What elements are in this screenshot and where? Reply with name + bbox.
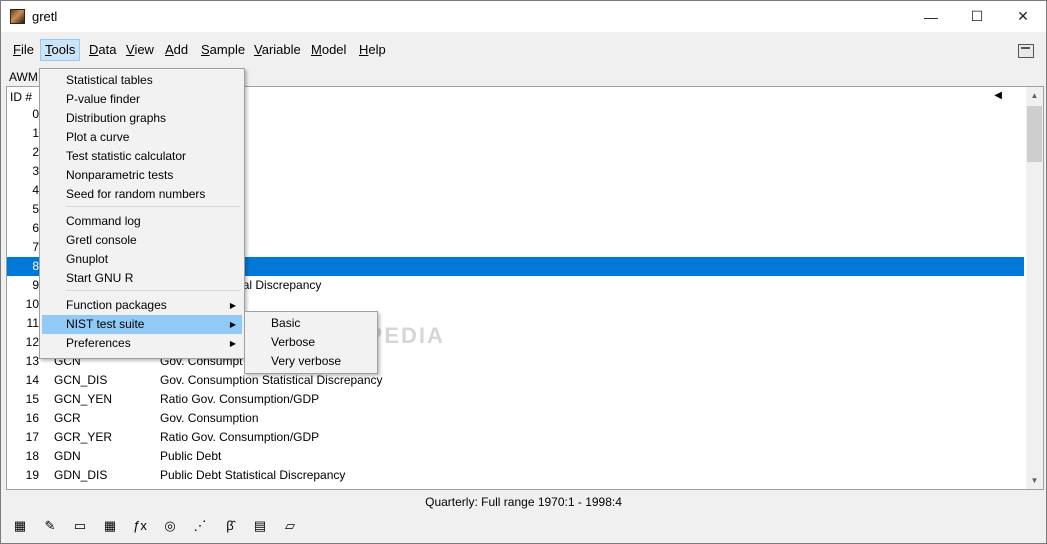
menu-item-gretl-console[interactable]: Gretl console — [42, 231, 242, 250]
menu-help[interactable]: Help — [355, 40, 390, 60]
minimize-button[interactable]: — — [908, 1, 954, 32]
menu-variable[interactable]: Variable — [250, 40, 305, 60]
help-icon[interactable]: ◎ — [161, 517, 179, 535]
row-varname: GCN_YEN — [54, 392, 113, 406]
row-id: 2 — [32, 145, 39, 159]
row-id: 12 — [25, 335, 39, 349]
row-id: 3 — [32, 164, 39, 178]
scroll-down-arrow-icon[interactable]: ▼ — [1026, 472, 1043, 489]
row-id: 16 — [25, 411, 39, 425]
menu-separator — [66, 290, 240, 291]
table-row[interactable]: 19 GDN_DIS Public Debt Statistical Discrep… — [7, 466, 1024, 485]
menu-item-preferences[interactable]: Preferences ▶ — [42, 334, 242, 353]
menu-item-test-statistic-calculator[interactable]: Test statistic calculator — [42, 147, 242, 166]
menu-item-seed-for-random-numbers[interactable]: Seed for random numbers — [42, 185, 242, 204]
table-row[interactable]: 14 GCN_DIS Gov. Consumption Statistical Di… — [7, 371, 1024, 390]
tools-dropdown-menu: Statistical tables P-value finder Distribu… — [39, 68, 245, 359]
row-id: 5 — [32, 202, 39, 216]
menu-tools[interactable]: Tools — [40, 39, 81, 61]
menu-file[interactable]: File — [9, 40, 38, 60]
menu-bar: File Tools Data View Add Sample Variable Model H… — [1, 32, 1046, 69]
nist-very-verbose[interactable]: Very verbose — [247, 352, 375, 371]
submenu-arrow-icon: ▶ — [229, 339, 236, 348]
gretl-app-icon — [10, 9, 25, 24]
row-id: 15 — [25, 392, 39, 406]
menu-add[interactable]: Add — [161, 40, 192, 60]
menu-item-start-gnu-r[interactable]: Start GNU R — [42, 269, 242, 288]
table-row[interactable]: 15 GCN_YEN Ratio Gov. Consumption/GDP — [7, 390, 1024, 409]
scroll-up-arrow-icon[interactable]: ▲ — [1026, 87, 1043, 104]
menu-item-distribution-graphs[interactable]: Distribution graphs — [42, 109, 242, 128]
row-id: 7 — [32, 240, 39, 254]
id-column-header[interactable]: ID # — [10, 90, 32, 104]
table-row[interactable]: 16 GCR Gov. Consumption — [7, 409, 1024, 428]
datafile-label: AWM — [9, 70, 38, 84]
menu-separator — [66, 206, 240, 207]
submenu-arrow-icon: ▶ — [229, 320, 236, 329]
beta-icon[interactable]: β̂ — [221, 517, 239, 535]
nist-basic[interactable]: Basic — [247, 314, 375, 333]
session-icon[interactable]: ▦ — [101, 517, 119, 535]
close-button[interactable]: ✕ — [1000, 1, 1046, 32]
row-description: Gov. Consumption — [160, 411, 259, 425]
row-varname: GCR_YER — [54, 430, 113, 444]
menu-item-nist-test-suite[interactable]: NIST test suite ▶ — [42, 315, 242, 334]
folder-icon[interactable]: ▱ — [281, 517, 299, 535]
row-id: 8 — [32, 259, 39, 273]
row-id: 4 — [32, 183, 39, 197]
row-id: 6 — [32, 221, 39, 235]
menu-model[interactable]: Model — [307, 40, 350, 60]
menu-data[interactable]: Data — [85, 40, 120, 60]
terminal-icon[interactable]: ▭ — [71, 517, 89, 535]
row-varname: GCR — [54, 411, 81, 425]
database-icon[interactable]: ▤ — [251, 517, 269, 535]
scroll-left-arrow-icon[interactable]: ◀ — [994, 90, 1002, 101]
row-description: Ratio Gov. Consumption/GDP — [160, 430, 320, 444]
row-id: 11 — [26, 316, 39, 330]
row-id: 17 — [25, 430, 39, 444]
table-row[interactable]: 18 GDN Public Debt — [7, 447, 1024, 466]
row-varname: GCN_DIS — [54, 373, 108, 387]
row-id: 10 — [25, 297, 39, 311]
menu-item-gnuplot[interactable]: Gnuplot — [42, 250, 242, 269]
calculator-icon[interactable]: ▦ — [11, 517, 29, 535]
row-id: 18 — [25, 449, 39, 463]
row-id: 13 — [25, 354, 39, 368]
maximize-button[interactable]: ☐ — [954, 1, 1000, 32]
table-row[interactable]: 17 GCR_YER Ratio Gov. Consumption/GDP — [7, 428, 1024, 447]
row-description: Public Debt — [160, 449, 222, 463]
menu-item-command-log[interactable]: Command log — [42, 212, 242, 231]
scrollbar-thumb[interactable] — [1027, 106, 1042, 162]
menu-view[interactable]: View — [122, 40, 158, 60]
window-title: gretl — [32, 9, 58, 24]
menu-sample[interactable]: Sample — [197, 40, 249, 60]
title-bar: gretl — ☐ ✕ — [1, 1, 1046, 32]
row-id: 14 — [25, 373, 39, 387]
menu-item-plot-a-curve[interactable]: Plot a curve — [42, 128, 242, 147]
submenu-arrow-icon: ▶ — [229, 301, 236, 310]
notepad-icon[interactable]: ✎ — [41, 517, 59, 535]
menu-item-p-value-finder[interactable]: P-value finder — [42, 90, 242, 109]
gretl-window: gretl — ☐ ✕ File Tools Data View Add Sample Va… — [0, 0, 1047, 544]
nist-submenu: Basic Verbose Very verbose — [244, 311, 378, 374]
menu-item-nonparametric-tests[interactable]: Nonparametric tests — [42, 166, 242, 185]
row-description: Public Debt Statistical Discrepancy — [160, 468, 346, 482]
function-icon[interactable]: ƒx — [131, 517, 149, 535]
vertical-scrollbar[interactable]: ▲ ▼ — [1026, 87, 1043, 489]
status-bar: Quarterly: Full range 1970:1 - 1998:4 — [425, 495, 622, 509]
menu-item-statistical-tables[interactable]: Statistical tables — [42, 71, 242, 90]
row-id: 19 — [25, 468, 39, 482]
row-id: 1 — [32, 126, 39, 140]
row-id: 0 — [32, 107, 39, 121]
plot-icon[interactable]: ⋰ — [191, 517, 209, 535]
restore-window-icon[interactable] — [1018, 44, 1034, 58]
nist-verbose[interactable]: Verbose — [247, 333, 375, 352]
row-varname: GDN_DIS — [54, 468, 108, 482]
menu-item-function-packages[interactable]: Function packages ▶ — [42, 296, 242, 315]
row-id: 9 — [32, 278, 39, 292]
row-description: Ratio Gov. Consumption/GDP — [160, 392, 320, 406]
row-varname: GDN — [54, 449, 81, 463]
